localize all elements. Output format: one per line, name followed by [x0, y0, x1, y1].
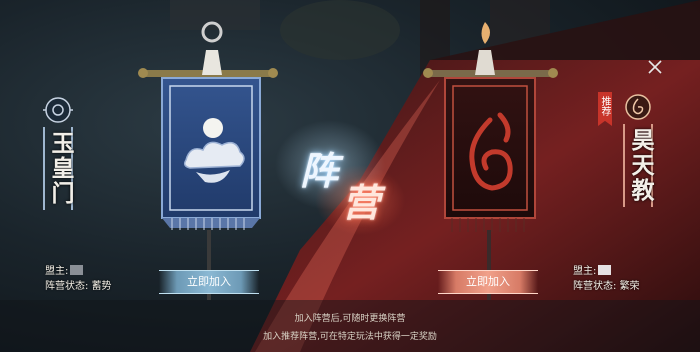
left-join-button[interactable]: 立即加入 — [159, 270, 259, 294]
left-faction-crest-icon — [43, 97, 73, 123]
left-faction-label: 玉皇门 — [40, 95, 76, 210]
hint-line-1: 加入阵营后,可随时更换阵营 — [294, 314, 406, 324]
left-status-value: 蓄势 — [91, 281, 112, 292]
faction-select-screen: 玉皇门 推荐 昊天教 阵 营 盟主: 阵营状态: 蓄势 盟主: 阵营状态: 繁荣… — [0, 0, 700, 352]
right-status-value: 繁荣 — [619, 281, 640, 292]
right-join-button[interactable]: 立即加入 — [438, 270, 538, 294]
left-leader-avatar — [70, 265, 84, 275]
left-banner — [138, 21, 278, 300]
right-status-row: 阵营状态: 繁荣 — [573, 279, 640, 294]
title-char-1: 阵 — [300, 148, 339, 193]
left-status-row: 阵营状态: 蓄势 — [45, 279, 112, 294]
hint-line-2: 加入推荐阵营,可在特定玩法中获得一定奖励 — [263, 332, 437, 342]
left-faction-name: 玉皇门 — [47, 131, 74, 206]
right-status-label: 阵营状态: — [573, 281, 617, 292]
title-char-2: 营 — [342, 180, 381, 225]
left-leader-row: 盟主: — [45, 264, 112, 279]
right-faction-crest-icon — [625, 94, 651, 120]
close-button[interactable] — [644, 56, 666, 78]
right-leader-row: 盟主: — [573, 264, 640, 279]
close-icon — [648, 60, 662, 74]
right-leader-avatar — [598, 265, 612, 275]
left-info: 盟主: 阵营状态: 蓄势 — [45, 264, 112, 294]
left-status-label: 阵营状态: — [45, 281, 89, 292]
right-faction-name: 昊天教 — [627, 128, 654, 203]
right-faction-label: 昊天教 — [620, 92, 656, 207]
right-info: 盟主: 阵营状态: 繁荣 — [573, 264, 640, 294]
left-leader-label: 盟主: — [45, 266, 69, 277]
right-leader-label: 盟主: — [573, 266, 597, 277]
